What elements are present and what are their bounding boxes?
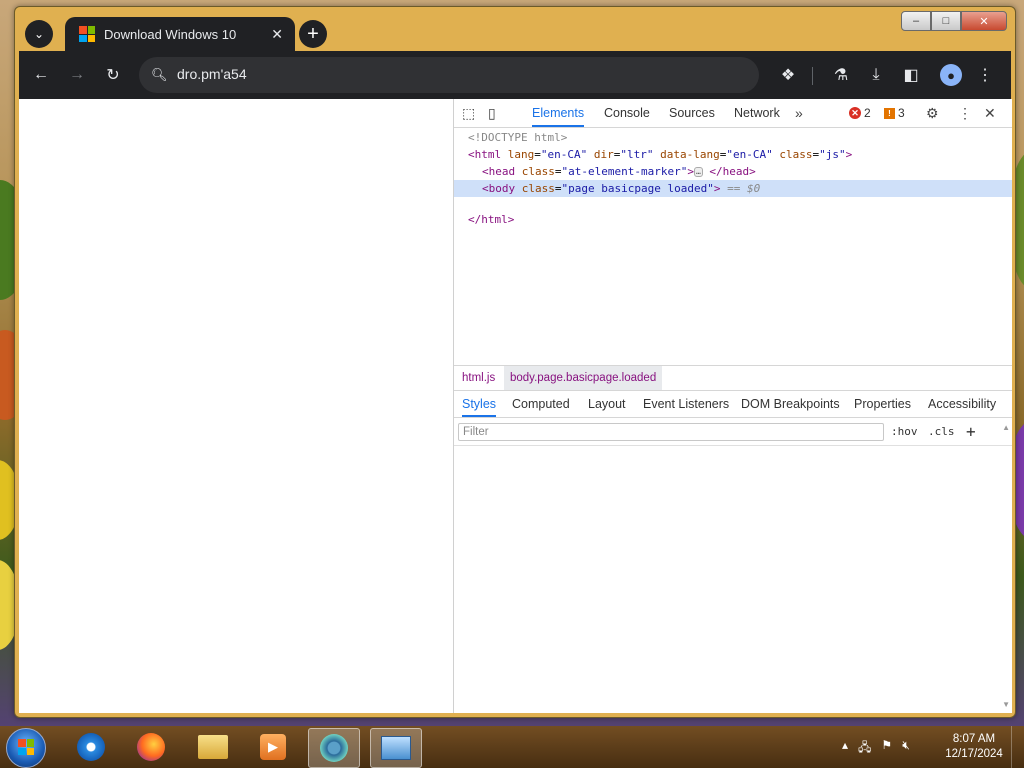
tab-elements[interactable]: Elements [532,99,585,127]
show-hidden-icons-icon[interactable]: ▴ [842,738,848,759]
scroll-up-icon[interactable]: ▲ [1002,423,1010,432]
tab-title: Download Windows 10 [104,26,237,42]
tab-sources[interactable]: Sources [669,99,715,127]
error-count: 2 [864,106,871,120]
tab-strip: ⌄ Download Windows 10 ✕ + [19,17,1011,51]
start-button[interactable] [6,728,46,768]
close-devtools-icon[interactable]: ✕ [984,103,996,123]
hov-button[interactable]: :hov [891,423,918,441]
breadcrumb-html[interactable]: html.js [456,366,501,390]
forward-icon[interactable]: → [63,61,91,89]
dom-tree: <!DOCTYPE html> <html lang="en-CA" dir="… [454,129,1012,361]
tab-console[interactable]: Console [604,99,650,127]
dom-line-doctype[interactable]: <!DOCTYPE html> [454,129,1012,146]
new-tab-icon[interactable]: + [299,20,327,48]
warning-count: 3 [898,106,905,120]
web-page-viewport[interactable] [19,99,453,713]
tab-computed[interactable]: Computed [512,391,570,417]
error-badge[interactable]: ✕ 2 [849,106,871,120]
file-explorer-icon[interactable] [188,728,238,766]
system-tray: ▴ 🖧︎ ⚑ 🔇︎ [842,738,910,759]
error-icon: ✕ [849,107,861,119]
settings-gear-icon[interactable]: ⚙ [926,103,939,123]
cls-button[interactable]: .cls [928,423,955,441]
windows-logo-icon [18,739,34,755]
media-player-icon[interactable]: ▶ [248,728,298,766]
dom-line-body-selected[interactable]: <body class="page basicpage loaded"> == … [454,180,1012,197]
extensions-icon[interactable]: ❖ [774,61,802,89]
taskbar-clock[interactable]: 8:07 AM 12/17/2024 [944,732,1004,762]
windows-taskbar: ▶ ▴ 🖧︎ ⚑ 🔇︎ 8:07 AM 12/17/2024 [0,726,1024,768]
tab-properties[interactable]: Properties [854,391,911,417]
menu-kebab-icon[interactable]: ⋮ [971,61,999,89]
toolbar-divider [812,67,813,85]
browser-toolbar: ← → ↻ 🔍︎ dro.pm'a54 ❖ ⚗ ⤓ ◧ ● ⋮ [19,51,1011,99]
browser-tab[interactable]: Download Windows 10 ✕ [65,17,295,51]
dom-line-html[interactable]: <html lang="en-CA" dir="ltr" data-lang="… [454,146,1012,163]
browser-content: ⬚ ▯ Elements Console Sources Network » ✕… [19,99,1012,713]
download-icon[interactable]: ⤓ [862,61,890,89]
scroll-down-icon[interactable]: ▼ [1002,700,1010,709]
internet-explorer-icon[interactable] [66,728,116,766]
url-text: dro.pm'a54 [177,66,247,82]
devtools-panel: ⬚ ▯ Elements Console Sources Network » ✕… [453,99,1012,713]
devtools-menu-icon[interactable]: ⋮ [958,103,972,123]
warning-badge[interactable]: ! 3 [884,106,905,120]
tab-layout[interactable]: Layout [588,391,626,417]
warning-icon: ! [884,107,895,119]
profile-avatar-icon[interactable]: ● [940,64,962,86]
devtools-toolbar: ⬚ ▯ Elements Console Sources Network » ✕… [454,99,1012,128]
reload-icon[interactable]: ↻ [99,61,127,89]
tab-styles[interactable]: Styles [462,391,497,417]
dom-line-html-close[interactable]: </html> [454,211,1012,228]
tab-search-icon[interactable]: ⌄ [25,20,53,48]
inspect-element-icon[interactable]: ⬚ [462,103,475,123]
styles-tabs: Styles Computed Layout Event Listeners D… [454,391,1012,418]
remote-desktop-icon[interactable] [370,728,422,768]
windows-logo-icon [79,26,95,42]
address-bar[interactable]: 🔍︎ dro.pm'a54 [139,57,759,93]
side-panel-icon[interactable]: ◧ [897,61,925,89]
styles-filter-row: Filter :hov .cls + [454,419,1012,446]
chevron-double-right-icon[interactable]: » [795,103,803,123]
back-icon[interactable]: ← [27,61,55,89]
search-icon: 🔍︎ [151,67,168,82]
new-style-rule-button[interactable]: + [966,423,976,441]
clock-time: 8:07 AM [952,733,996,745]
show-desktop-button[interactable] [1011,726,1024,768]
breadcrumb: html.js body.page.basicpage.loaded [454,365,1012,391]
firefox-icon[interactable] [126,728,176,766]
tab-dom-breakpoints[interactable]: DOM Breakpoints [741,391,840,417]
collapsed-ellipsis[interactable]: … [693,167,703,177]
breadcrumb-body[interactable]: body.page.basicpage.loaded [504,366,663,390]
tab-accessibility[interactable]: Accessibility [928,391,996,417]
tab-network[interactable]: Network [734,99,780,127]
network-icon[interactable]: 🖧︎ [858,738,871,759]
device-toggle-icon[interactable]: ▯ [488,103,496,123]
tab-event-listeners[interactable]: Event Listeners [643,391,729,417]
close-tab-icon[interactable]: ✕ [271,26,283,43]
labs-flask-icon[interactable]: ⚗ [827,61,855,89]
browser-window: – □ ✕ ⌄ Download Windows 10 ✕ + ← → ↻ 🔍︎… [14,6,1016,718]
dom-line-head[interactable]: <head class="at-element-marker">… </head… [454,163,1012,180]
action-center-flag-icon[interactable]: ⚑ [881,738,892,759]
clock-date: 12/17/2024 [945,748,1003,760]
volume-muted-icon[interactable]: 🔇︎ [902,738,910,759]
styles-filter-input[interactable]: Filter [458,423,884,441]
chrome-taskbar-icon[interactable] [308,728,360,768]
